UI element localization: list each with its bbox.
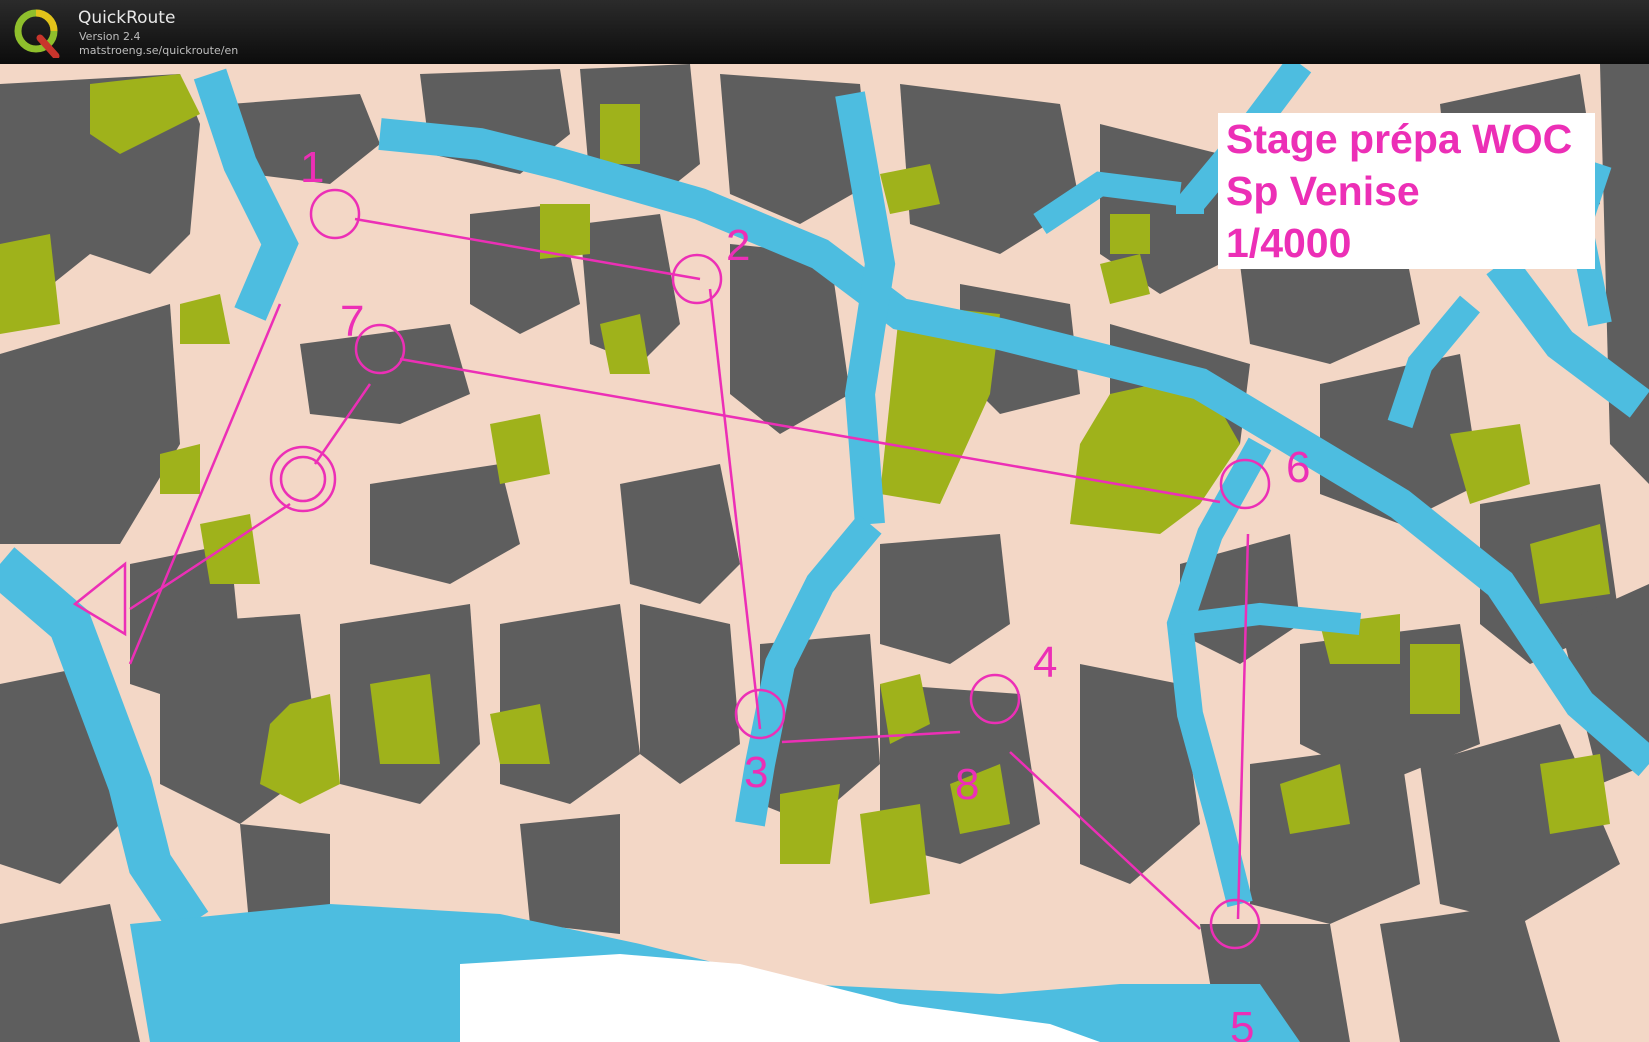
quickroute-logo-icon xyxy=(14,9,60,58)
app-version: Version 2.4 xyxy=(79,30,141,43)
control-number-1: 1 xyxy=(300,143,324,192)
control-number-7: 7 xyxy=(340,297,364,346)
app-url: matstroeng.se/quickroute/en xyxy=(79,44,239,57)
control-number-8: 8 xyxy=(955,760,979,809)
control-number-4: 4 xyxy=(1033,638,1057,687)
legend-title: Stage prépa WOC xyxy=(1226,116,1573,162)
legend-subtitle: Sp Venise xyxy=(1226,168,1420,214)
legend-scale: 1/4000 xyxy=(1226,220,1352,266)
control-number-5: 5 xyxy=(1230,1003,1254,1042)
control-number-3: 3 xyxy=(744,748,768,797)
title-bar: QuickRoute Version 2.4 matstroeng.se/qui… xyxy=(0,0,1649,64)
control-number-6: 6 xyxy=(1286,443,1310,492)
app-name: QuickRoute xyxy=(78,8,176,28)
control-number-2: 2 xyxy=(726,221,750,270)
